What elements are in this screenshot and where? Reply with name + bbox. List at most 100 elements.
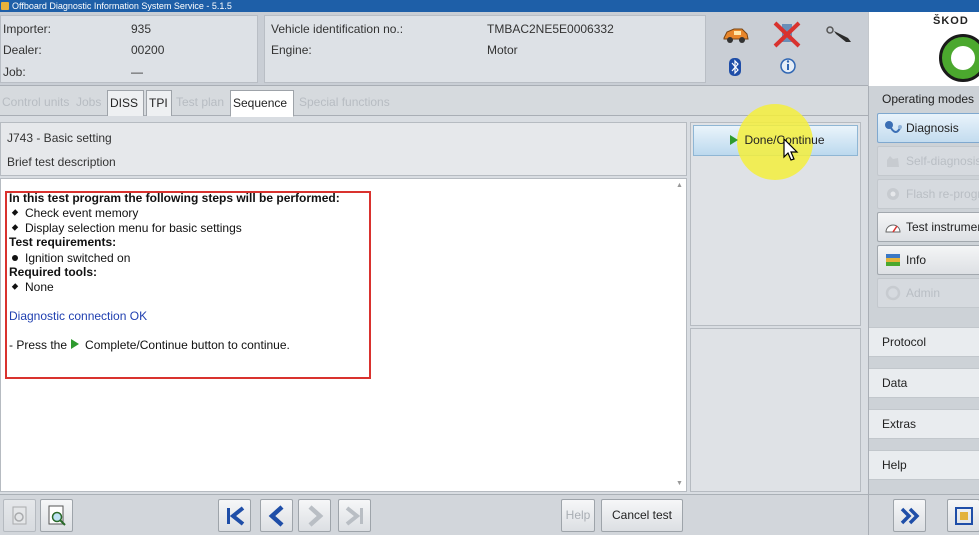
bottom-toolbar: Help Cancel test [0, 494, 868, 535]
zoom-document-button[interactable] [40, 499, 73, 532]
mode-label: Flash re-programming [906, 187, 979, 201]
scroll-up-icon[interactable]: ▲ [676, 182, 684, 190]
mode-flash-reprogramming[interactable]: Flash re-programming [877, 179, 979, 209]
cancel-test-button[interactable]: Cancel test [601, 499, 683, 532]
mode-label: Info [906, 253, 927, 267]
hand-icon [887, 156, 899, 167]
window-title-bar: Offboard Diagnostic Information System S… [0, 0, 979, 12]
requirements-heading: Test requirements: [9, 235, 117, 249]
job-label: Job: [3, 65, 26, 79]
tab-sequence[interactable]: Sequence [230, 90, 294, 117]
mode-test-instruments[interactable]: Test instruments [877, 212, 979, 242]
operating-modes-sidebar: Operating modes Diagnosis Self-diagnosis… [868, 86, 979, 535]
connection-status: Diagnostic connection OK [9, 309, 148, 323]
tab-test-plan[interactable]: Test plan [174, 90, 229, 116]
skip-first-icon [227, 506, 245, 526]
vehicle-header: Importer: 935 Dealer: 00200 Job: — Vehic… [0, 12, 868, 86]
dealer-value: 00200 [131, 43, 165, 57]
importer-label: Importer: [3, 22, 52, 36]
last-step-button[interactable] [338, 499, 371, 532]
done-continue-button[interactable]: Done/Continue [693, 104, 858, 180]
print-preview-button[interactable] [3, 499, 36, 532]
engine-value: Motor [487, 43, 518, 57]
capture-frame-icon [955, 507, 973, 525]
action-panel: Done/Continue [690, 104, 861, 326]
section-data[interactable]: Data [869, 368, 979, 398]
brand-name: ŠKOD [933, 15, 969, 27]
forward-button[interactable] [893, 499, 926, 532]
mode-label: Admin [906, 286, 941, 300]
play-icon [71, 339, 80, 349]
section-protocol[interactable]: Protocol [869, 327, 979, 357]
stethoscope-icon [885, 121, 902, 133]
importer-value: 935 [131, 22, 152, 36]
document-icon [12, 506, 27, 525]
instruction-text: - Press the Complete/Continue button to c… [9, 338, 290, 352]
brand-area: ŠKOD [868, 12, 979, 86]
tab-control-units[interactable]: Control units [0, 90, 70, 116]
tab-tpi[interactable]: TPI [146, 90, 172, 116]
vehicle-info-box: Vehicle identification no.: TMBAC2NE5E00… [264, 15, 706, 83]
double-chevron-right-icon [900, 507, 920, 525]
test-title: J743 - Basic setting [7, 131, 112, 145]
mode-label: Diagnosis [906, 121, 959, 135]
admin-gear-icon [885, 285, 901, 301]
vin-label: Vehicle identification no.: [271, 22, 404, 36]
section-help[interactable]: Help [869, 450, 979, 480]
vin-value: TMBAC2NE5E0006332 [487, 22, 614, 36]
engine-label: Engine: [271, 43, 312, 57]
test-header: J743 - Basic setting Brief test descript… [0, 122, 687, 176]
chevron-left-icon [268, 505, 284, 527]
magnifier-document-icon [48, 505, 66, 526]
bullet-icon [11, 224, 19, 231]
scroll-down-icon[interactable]: ▼ [676, 480, 684, 488]
bullet-icon [12, 255, 18, 261]
dealer-label: Dealer: [3, 43, 42, 57]
mode-label: Test instruments [906, 220, 979, 234]
test-subtitle: Brief test description [7, 155, 116, 169]
skoda-logo-icon [939, 34, 979, 82]
tools-heading: Required tools: [9, 265, 98, 279]
tab-special-functions[interactable]: Special functions [297, 90, 397, 116]
tab-diss[interactable]: DISS [107, 90, 144, 116]
operating-modes-title: Operating modes [882, 92, 975, 106]
first-step-button[interactable] [218, 499, 251, 532]
next-step-button[interactable] [298, 499, 331, 532]
connection-error-icon [772, 20, 802, 51]
previous-step-button[interactable] [260, 499, 293, 532]
mode-self-diagnosis[interactable]: Self-diagnosis [877, 146, 979, 176]
list-item: Display selection menu for basic setting… [9, 221, 242, 235]
screenshot-button[interactable] [947, 499, 979, 532]
test-description-panel[interactable]: In this test program the following steps… [0, 178, 687, 492]
status-icons [712, 18, 862, 80]
chevron-right-icon [308, 505, 324, 527]
bullet-icon [11, 283, 19, 290]
action-panel-lower [690, 328, 861, 492]
help-button[interactable]: Help [561, 499, 595, 532]
books-icon [886, 254, 900, 266]
gauge-icon [885, 224, 901, 233]
gear-icon [887, 188, 899, 200]
info-signal-icon [778, 56, 798, 79]
intro-heading: In this test program the following steps… [9, 191, 340, 205]
app-icon [1, 2, 9, 10]
section-extras[interactable]: Extras [869, 409, 979, 439]
window-title: Offboard Diagnostic Information System S… [12, 1, 232, 11]
sidebar-toolbar [869, 494, 979, 535]
list-item: Ignition switched on [9, 251, 130, 265]
key-icon [824, 24, 854, 47]
mode-info[interactable]: Info [877, 245, 979, 275]
play-icon [730, 135, 739, 145]
list-item: None [9, 280, 54, 294]
dealer-info-box: Importer: 935 Dealer: 00200 Job: — [0, 15, 258, 83]
list-item: Check event memory [9, 206, 138, 220]
mode-label: Self-diagnosis [906, 154, 979, 168]
mode-diagnosis[interactable]: Diagnosis [877, 113, 979, 143]
skip-last-icon [345, 506, 363, 526]
vehicle-icon [722, 26, 750, 47]
bullet-icon [11, 209, 19, 216]
tab-jobs[interactable]: Jobs [74, 90, 104, 116]
main-tabs: Control units Jobs DISS TPI Test plan Se… [0, 86, 868, 117]
job-value: — [131, 65, 143, 79]
mode-admin[interactable]: Admin [877, 278, 979, 308]
